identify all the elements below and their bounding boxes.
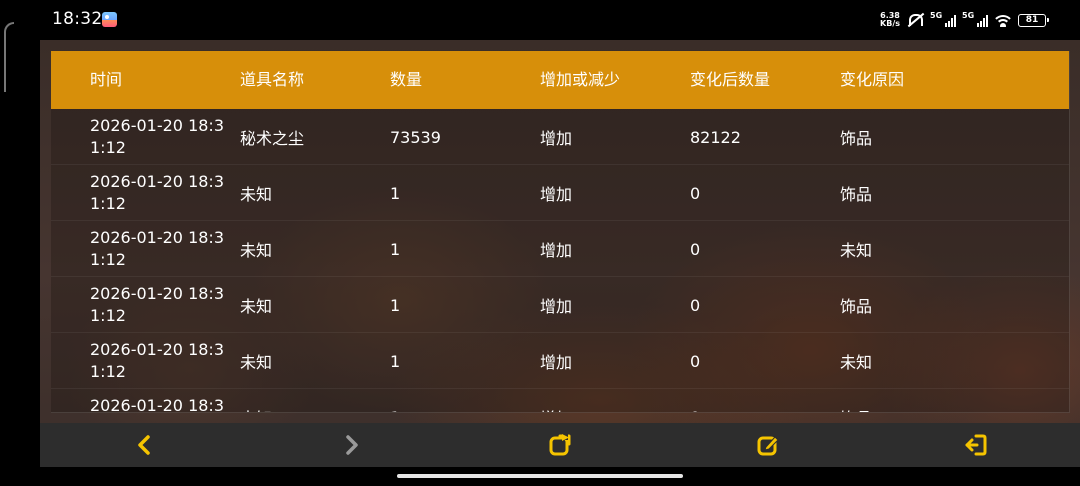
table-row: 2026-01-20 18:31:12 未知 1 增加 0 未知 xyxy=(51,333,1069,389)
status-time: 18:32 xyxy=(52,9,103,29)
system-navigation-bar xyxy=(0,467,1080,486)
cell-quantity: 1 xyxy=(390,183,401,203)
table-row: 2026-01-20 18:31:12 未知 1 增加 0 饰品 xyxy=(51,165,1069,221)
table-row: 2026-01-20 18:31:12 未知 1 增加 0 饰品 xyxy=(51,389,1069,413)
mute-icon xyxy=(906,13,924,27)
item-log-table[interactable]: 时间 道具名称 数量 增加或减少 变化后数量 变化原因 2026-01-20 1… xyxy=(51,51,1070,413)
status-icons: 6.38 KB/s 5G 5G 81 xyxy=(880,10,1049,30)
cell-item-name: 秘术之尘 xyxy=(240,129,305,148)
cell-time: 2026-01-20 18:31:12 xyxy=(90,396,224,413)
exit-icon xyxy=(965,434,987,456)
cell-item-name: 未知 xyxy=(240,353,273,372)
next-page-button[interactable] xyxy=(337,431,365,459)
cell-quantity: 1 xyxy=(390,295,401,315)
bottom-toolbar xyxy=(40,423,1080,467)
cell-quantity: 73539 xyxy=(390,127,441,147)
signal-type: 5G xyxy=(930,11,943,20)
cell-time: 2026-01-20 18:31:12 xyxy=(90,116,224,157)
table-row: 2026-01-20 18:31:12 秘术之尘 73539 增加 82122 … xyxy=(51,109,1069,165)
refresh-icon xyxy=(549,434,571,456)
cell-quantity-after: 0 xyxy=(690,351,701,371)
cell-reason: 饰品 xyxy=(840,297,873,316)
cell-item-name: 未知 xyxy=(240,297,273,316)
cell-reason: 未知 xyxy=(840,241,873,260)
cell-reason: 饰品 xyxy=(840,185,873,204)
cell-change-type: 增加 xyxy=(540,389,572,412)
cell-change-type: 增加 xyxy=(540,129,573,148)
cell-quantity: 1 xyxy=(390,239,401,259)
screen-edge-decoration xyxy=(4,22,14,92)
cell-change-type: 增加 xyxy=(540,241,573,260)
column-header-item-name: 道具名称 xyxy=(240,70,305,89)
gallery-notification-icon xyxy=(102,12,117,27)
signal-type: 5G xyxy=(962,11,975,20)
table-row: 2026-01-20 18:31:12 未知 1 增加 0 未知 xyxy=(51,221,1069,277)
column-header-quantity: 数量 xyxy=(390,70,423,89)
refresh-button[interactable] xyxy=(546,431,574,459)
edit-button[interactable] xyxy=(754,431,782,459)
network-speed-unit: KB/s xyxy=(880,19,900,28)
column-header-reason: 变化原因 xyxy=(840,70,905,89)
column-header-quantity-after: 变化后数量 xyxy=(690,70,771,89)
cell-time: 2026-01-20 18:31:12 xyxy=(90,172,224,213)
signal-icon: 5G xyxy=(930,11,956,27)
previous-page-button[interactable] xyxy=(131,431,159,459)
app-content: 时间 道具名称 数量 增加或减少 变化后数量 变化原因 2026-01-20 1… xyxy=(40,40,1080,467)
cell-time: 2026-01-20 18:31:12 xyxy=(90,340,224,381)
cell-quantity-after: 0 xyxy=(690,239,701,259)
cell-quantity-after: 0 xyxy=(690,295,701,315)
status-bar: 18:32 6.38 KB/s 5G 5G 81 xyxy=(0,0,1080,40)
cell-quantity-after: 0 xyxy=(690,389,700,413)
chevron-left-icon xyxy=(138,435,150,455)
table-row: 2026-01-20 18:31:12 未知 1 增加 0 饰品 xyxy=(51,277,1069,333)
cell-quantity: 1 xyxy=(390,351,401,371)
cell-item-name: 未知 xyxy=(240,185,273,204)
cell-change-type: 增加 xyxy=(540,353,573,372)
column-header-time: 时间 xyxy=(90,70,123,89)
chevron-right-icon xyxy=(346,435,358,455)
table-body: 2026-01-20 18:31:12 秘术之尘 73539 增加 82122 … xyxy=(51,109,1069,413)
cell-change-type: 增加 xyxy=(540,297,573,316)
cell-change-type: 增加 xyxy=(540,185,573,204)
exit-button[interactable] xyxy=(962,431,990,459)
cell-reason: 饰品 xyxy=(840,129,873,148)
cell-time: 2026-01-20 18:31:12 xyxy=(90,284,224,325)
battery-icon: 81 xyxy=(1018,13,1049,27)
cell-reason: 饰品 xyxy=(840,389,872,412)
cell-quantity-after: 0 xyxy=(690,183,701,203)
phone-screen: 18:32 6.38 KB/s 5G 5G 81 时间 道具名称 数量 增加或减… xyxy=(0,0,1080,486)
network-speed: 6.38 KB/s xyxy=(880,12,900,28)
cell-item-name: 未知 xyxy=(240,389,272,412)
cell-item-name: 未知 xyxy=(240,241,273,260)
home-gesture-handle[interactable] xyxy=(397,474,683,478)
edit-icon xyxy=(757,436,779,456)
column-header-change-type: 增加或减少 xyxy=(540,70,621,89)
cell-quantity: 1 xyxy=(390,389,400,413)
cell-quantity-after: 82122 xyxy=(690,127,741,147)
table-header: 时间 道具名称 数量 增加或减少 变化后数量 变化原因 xyxy=(51,51,1069,109)
signal-icon: 5G xyxy=(962,11,988,27)
cell-time: 2026-01-20 18:31:12 xyxy=(90,228,224,269)
wifi-icon xyxy=(994,13,1012,27)
cell-reason: 未知 xyxy=(840,353,873,372)
